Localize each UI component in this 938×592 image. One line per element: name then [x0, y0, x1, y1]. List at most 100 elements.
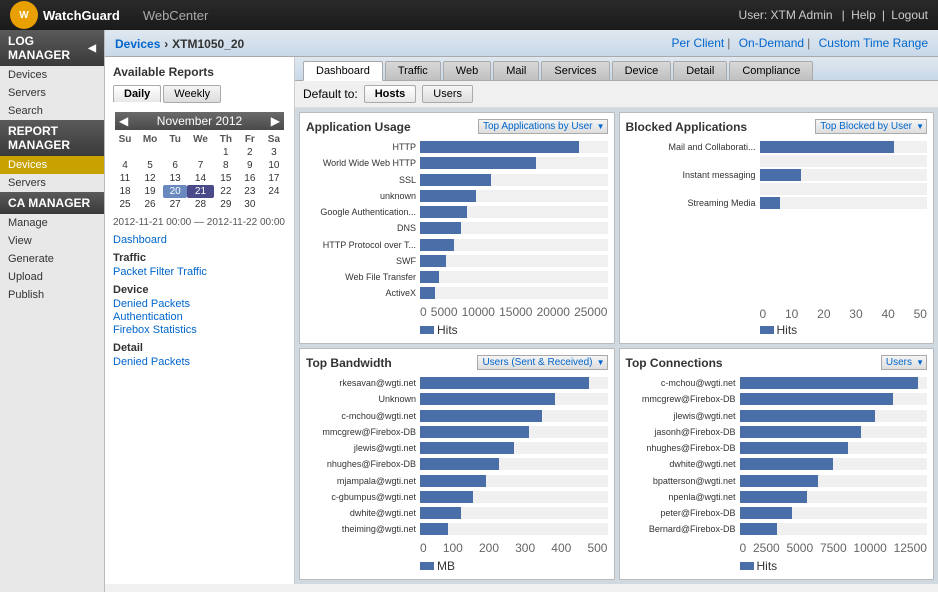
- authentication-link[interactable]: Authentication: [113, 311, 286, 323]
- bar-row: [626, 155, 928, 167]
- sidebar-item-log-servers[interactable]: Servers: [0, 84, 104, 102]
- bar-row: unknown: [306, 190, 608, 202]
- breadcrumb-separator: ›: [164, 37, 168, 51]
- top-bandwidth-chart: Top Bandwidth Users (Sent & Received) rk…: [299, 348, 615, 580]
- top-connections-title: Top Connections: [626, 356, 723, 370]
- tab-dashboard[interactable]: Dashboard: [303, 61, 383, 81]
- top-connections-xaxis: 0 2500 5000 7500 10000 12500: [626, 541, 928, 555]
- calendar-month: November 2012: [157, 114, 242, 128]
- top-connections-filter[interactable]: Users: [881, 355, 927, 370]
- firebox-statistics-link[interactable]: Firebox Statistics: [113, 324, 286, 336]
- right-panel: Dashboard Traffic Web Mail Services Devi…: [295, 57, 938, 584]
- top-bandwidth-body: rkesavan@wgti.net Unknown c-mchou@wgti.n…: [306, 376, 608, 573]
- bar-row: Instant messaging: [626, 169, 928, 181]
- calendar-header: ◀ November 2012 ▶: [115, 112, 284, 130]
- sidebar-item-report-devices[interactable]: Devices: [0, 156, 104, 174]
- top-bandwidth-xaxis: 0 100 200 300 400 500: [306, 541, 608, 555]
- bar-row: Streaming Media: [626, 197, 928, 209]
- daily-tab[interactable]: Daily: [113, 85, 161, 103]
- log-manager-arrow[interactable]: ◀: [88, 43, 96, 54]
- packet-filter-traffic-link[interactable]: Packet Filter Traffic: [113, 266, 286, 278]
- webcenter-label: WebCenter: [143, 8, 209, 23]
- main-layout: LOG MANAGER ◀ Devices Servers Search REP…: [0, 30, 938, 592]
- blocked-apps-filter[interactable]: Top Blocked by User: [815, 119, 927, 134]
- bar-row: c-mchou@wgti.net: [626, 377, 928, 389]
- per-client-link[interactable]: Per Client: [672, 36, 725, 50]
- sidebar-item-log-search[interactable]: Search: [0, 102, 104, 120]
- blocked-apps-legend: Hits: [626, 323, 928, 337]
- report-manager-section: REPORT MANAGER: [0, 120, 104, 156]
- dashboard-link[interactable]: Dashboard: [113, 234, 286, 246]
- bar-row: theiming@wgti.net: [306, 523, 608, 535]
- bar-row: c-mchou@wgti.net: [306, 410, 608, 422]
- app-usage-xaxis: 0 5000 10000 15000 20000 25000: [306, 305, 608, 319]
- bar-row: rkesavan@wgti.net: [306, 377, 608, 389]
- bar-row: mjampala@wgti.net: [306, 475, 608, 487]
- sidebar-item-publish[interactable]: Publish: [0, 286, 104, 304]
- on-demand-link[interactable]: On-Demand: [739, 36, 804, 50]
- sidebar-item-upload[interactable]: Upload: [0, 268, 104, 286]
- tab-services[interactable]: Services: [541, 61, 609, 80]
- charts-grid: Application Usage Top Applications by Us…: [295, 108, 938, 584]
- sidebar-item-view[interactable]: View: [0, 232, 104, 250]
- blocked-apps-xaxis: 0 10 20 30 40 50: [626, 307, 928, 321]
- left-panel: Available Reports Daily Weekly ◀ Novembe…: [105, 57, 295, 584]
- top-bandwidth-legend-label: MB: [437, 559, 455, 573]
- dashboard-report-section: Dashboard: [113, 234, 286, 246]
- detail-report-section: Detail Denied Packets: [113, 342, 286, 368]
- traffic-report-section: Traffic Packet Filter Traffic: [113, 252, 286, 278]
- bar-row: jlewis@wgti.net: [306, 442, 608, 454]
- tab-traffic[interactable]: Traffic: [385, 61, 441, 80]
- sidebar-item-generate[interactable]: Generate: [0, 250, 104, 268]
- blocked-apps-chart: Blocked Applications Top Blocked by User…: [619, 112, 935, 344]
- device-denied-packets-link[interactable]: Denied Packets: [113, 298, 286, 310]
- default-to-label: Default to:: [303, 87, 358, 101]
- content-area: Devices › XTM1050_20 Per Client | On-Dem…: [105, 30, 938, 592]
- help-link[interactable]: Help: [851, 8, 876, 22]
- logout-link[interactable]: Logout: [891, 8, 928, 22]
- bar-row: jasonh@Firebox-DB: [626, 426, 928, 438]
- custom-time-range-link[interactable]: Custom Time Range: [819, 36, 928, 50]
- cal-prev-button[interactable]: ◀: [119, 114, 128, 128]
- default-users-tab[interactable]: Users: [422, 85, 473, 103]
- bar-row: Web File Transfer: [306, 271, 608, 283]
- ca-manager-section: CA MANAGER: [0, 192, 104, 214]
- bar-row: dwhite@wgti.net: [626, 458, 928, 470]
- app-usage-filter[interactable]: Top Applications by User: [478, 119, 608, 134]
- tab-device[interactable]: Device: [612, 61, 672, 80]
- tab-web[interactable]: Web: [443, 61, 491, 80]
- default-to-row: Default to: Hosts Users: [295, 81, 938, 108]
- bar-row: jlewis@wgti.net: [626, 410, 928, 422]
- sidebar-item-log-devices[interactable]: Devices: [0, 66, 104, 84]
- bar-row: Google Authentication...: [306, 206, 608, 218]
- tab-mail[interactable]: Mail: [493, 61, 539, 80]
- detail-denied-packets-link[interactable]: Denied Packets: [113, 356, 286, 368]
- weekly-tab[interactable]: Weekly: [163, 85, 221, 103]
- daily-weekly-tabs: Daily Weekly: [113, 85, 286, 103]
- app-usage-chart: Application Usage Top Applications by Us…: [299, 112, 615, 344]
- tab-detail[interactable]: Detail: [673, 61, 727, 80]
- sidebar-item-manage[interactable]: Manage: [0, 214, 104, 232]
- log-manager-label: LOG MANAGER: [8, 34, 88, 62]
- bar-row: c-gbumpus@wgti.net: [306, 491, 608, 503]
- breadcrumb-devices-link[interactable]: Devices: [115, 37, 160, 51]
- available-reports-title: Available Reports: [113, 65, 286, 79]
- top-bandwidth-filter[interactable]: Users (Sent & Received): [477, 355, 607, 370]
- tab-compliance[interactable]: Compliance: [729, 61, 813, 80]
- sidebar-item-report-servers[interactable]: Servers: [0, 174, 104, 192]
- detail-section-title: Detail: [113, 342, 286, 354]
- device-report-section: Device Denied Packets Authentication Fir…: [113, 284, 286, 336]
- date-range: 2012-11-21 00:00 — 2012-11-22 00:00: [113, 217, 286, 228]
- cal-row: 1 2 3: [113, 146, 286, 159]
- bar-row: HTTP: [306, 141, 608, 153]
- bar-row: dwhite@wgti.net: [306, 507, 608, 519]
- cal-next-button[interactable]: ▶: [271, 114, 280, 128]
- top-connections-body: c-mchou@wgti.net mmcgrew@Firebox-DB jlew…: [626, 376, 928, 573]
- top-bandwidth-title: Top Bandwidth: [306, 356, 392, 370]
- top-bandwidth-header: Top Bandwidth Users (Sent & Received): [306, 355, 608, 370]
- default-hosts-tab[interactable]: Hosts: [364, 85, 417, 103]
- bar-row: Mail and Collaborati...: [626, 141, 928, 153]
- bar-row: mmcgrew@Firebox-DB: [306, 426, 608, 438]
- cal-row: 4 5 6 7 8 9 10: [113, 159, 286, 172]
- blocked-apps-legend-label: Hits: [777, 323, 798, 337]
